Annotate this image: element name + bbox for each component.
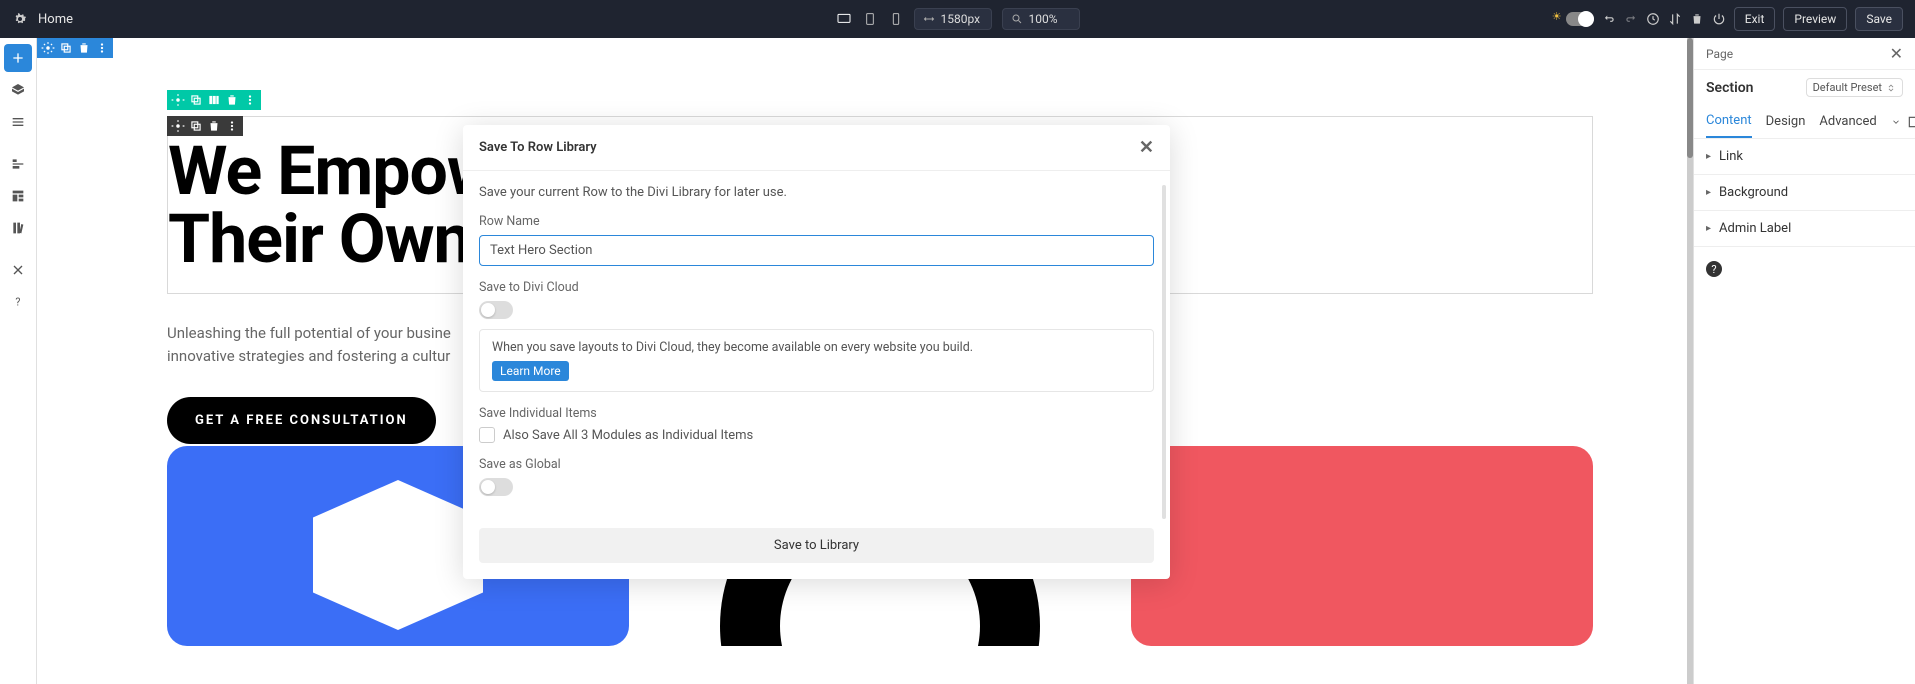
- tab-advanced[interactable]: Advanced: [1819, 106, 1876, 137]
- module-duplicate-icon[interactable]: [189, 119, 203, 133]
- question-icon: ?: [10, 294, 26, 310]
- preset-dropdown[interactable]: Default Preset: [1806, 78, 1903, 97]
- module-toolbar: [167, 116, 243, 137]
- wireframe-button[interactable]: [4, 182, 32, 210]
- tab-content[interactable]: Content: [1706, 105, 1752, 138]
- module-delete-icon[interactable]: [207, 119, 221, 133]
- help-button[interactable]: ?: [4, 288, 32, 316]
- accordion-link-label: Link: [1719, 149, 1743, 164]
- library-icon: [10, 220, 26, 236]
- section-duplicate-icon[interactable]: [59, 41, 73, 55]
- home-link[interactable]: Home: [38, 12, 73, 27]
- accordion-admin-label-label: Admin Label: [1719, 221, 1791, 236]
- undo-icon[interactable]: [1602, 12, 1616, 26]
- tab-chevron-icon[interactable]: [1891, 117, 1901, 127]
- close-panel-icon[interactable]: ✕: [1890, 44, 1903, 63]
- tools-icon: [10, 262, 26, 278]
- accordion-link[interactable]: ▸Link: [1694, 139, 1915, 175]
- desktop-icon[interactable]: [836, 11, 852, 27]
- accordion-admin-label[interactable]: ▸Admin Label: [1694, 211, 1915, 247]
- tab-design[interactable]: Design: [1766, 106, 1806, 137]
- trash-icon[interactable]: [1690, 12, 1704, 26]
- history-icon[interactable]: [1646, 12, 1660, 26]
- section-settings-icon[interactable]: [41, 41, 55, 55]
- navigator-icon: [10, 156, 26, 172]
- section-delete-icon[interactable]: [77, 41, 91, 55]
- section-toolbar: [37, 38, 113, 59]
- list-icon: [10, 114, 26, 130]
- sort-icon[interactable]: [1668, 12, 1682, 26]
- save-cloud-label: Save to Divi Cloud: [479, 280, 1154, 295]
- plus-icon: [10, 50, 26, 66]
- row-toolbar: [167, 90, 261, 111]
- theme-toggle[interactable]: [1566, 12, 1594, 26]
- module-settings-icon[interactable]: [171, 119, 185, 133]
- viewport-width-input[interactable]: 1580px: [914, 8, 992, 30]
- save-individual-checkbox[interactable]: [479, 427, 495, 443]
- zoom-value: 100%: [1029, 12, 1058, 26]
- row-settings-icon[interactable]: [171, 93, 185, 107]
- row-name-label: Row Name: [479, 214, 1154, 229]
- top-bar: Home 1580px 100% Exit Preview Save: [0, 0, 1915, 38]
- save-to-library-button[interactable]: Save to Library: [479, 528, 1154, 563]
- panel-help-icon[interactable]: ?: [1706, 261, 1722, 277]
- learn-more-button[interactable]: Learn More: [492, 361, 569, 381]
- save-row-modal: Save To Row Library ✕ Save your current …: [463, 125, 1170, 579]
- library-button[interactable]: [4, 214, 32, 242]
- viewport-width-value: 1580px: [941, 12, 981, 26]
- tools-button[interactable]: [4, 256, 32, 284]
- cta-button[interactable]: GET A FREE CONSULTATION: [167, 397, 436, 444]
- redo-icon[interactable]: [1624, 12, 1638, 26]
- panel-tabs: Content Design Advanced: [1694, 105, 1915, 139]
- power-icon[interactable]: [1712, 12, 1726, 26]
- save-button[interactable]: Save: [1855, 7, 1903, 31]
- modal-description: Save your current Row to the Divi Librar…: [479, 185, 1154, 200]
- save-global-toggle[interactable]: [479, 478, 513, 496]
- modal-close-icon[interactable]: ✕: [1139, 137, 1154, 158]
- modal-title: Save To Row Library: [479, 140, 597, 155]
- settings-panel: Page ✕ Section Default Preset Content De…: [1693, 38, 1915, 684]
- preset-arrows-icon: [1886, 83, 1896, 93]
- add-button[interactable]: [4, 44, 32, 72]
- modal-scrollbar[interactable]: [1162, 185, 1166, 519]
- settings-icon[interactable]: [12, 11, 28, 27]
- hero-subtext-line1: Unleashing the full potential of your bu…: [167, 324, 451, 342]
- hero-subtext-line2: innovative strategies and fostering a cu…: [167, 347, 450, 365]
- row-columns-icon[interactable]: [207, 93, 221, 107]
- module-more-icon[interactable]: [225, 119, 239, 133]
- left-sidebar: ?: [0, 38, 37, 684]
- navigator-button[interactable]: [4, 150, 32, 178]
- list-button[interactable]: [4, 108, 32, 136]
- save-individual-label: Save Individual Items: [479, 406, 1154, 421]
- row-name-input[interactable]: [479, 235, 1154, 266]
- tablet-icon[interactable]: [862, 11, 878, 27]
- panel-section-title: Section: [1706, 80, 1753, 96]
- preset-label: Default Preset: [1813, 81, 1882, 94]
- svg-text:?: ?: [15, 295, 20, 308]
- save-cloud-toggle[interactable]: [479, 301, 513, 319]
- cloud-info-text: When you save layouts to Divi Cloud, the…: [492, 340, 1141, 355]
- hero-heading-line2: Their Own: [168, 199, 471, 279]
- accordion-background-label: Background: [1719, 185, 1788, 200]
- search-icon: [1011, 13, 1023, 25]
- hexagon-icon: [313, 480, 483, 630]
- section-more-icon[interactable]: [95, 41, 109, 55]
- row-more-icon[interactable]: [243, 93, 257, 107]
- tab-expand-icon[interactable]: [1907, 115, 1915, 129]
- layers-icon: [10, 82, 26, 98]
- layers-button[interactable]: [4, 76, 32, 104]
- save-global-label: Save as Global: [479, 457, 1154, 472]
- accordion-background[interactable]: ▸Background: [1694, 175, 1915, 211]
- exit-button[interactable]: Exit: [1734, 7, 1776, 31]
- shape-card-red: [1131, 446, 1593, 646]
- wireframe-icon: [10, 188, 26, 204]
- zoom-input[interactable]: 100%: [1002, 8, 1080, 30]
- panel-page-label: Page: [1706, 47, 1733, 61]
- width-icon: [923, 13, 935, 25]
- row-delete-icon[interactable]: [225, 93, 239, 107]
- phone-icon[interactable]: [888, 11, 904, 27]
- preview-button[interactable]: Preview: [1783, 7, 1847, 31]
- save-individual-text: Also Save All 3 Modules as Individual It…: [503, 428, 753, 443]
- row-duplicate-icon[interactable]: [189, 93, 203, 107]
